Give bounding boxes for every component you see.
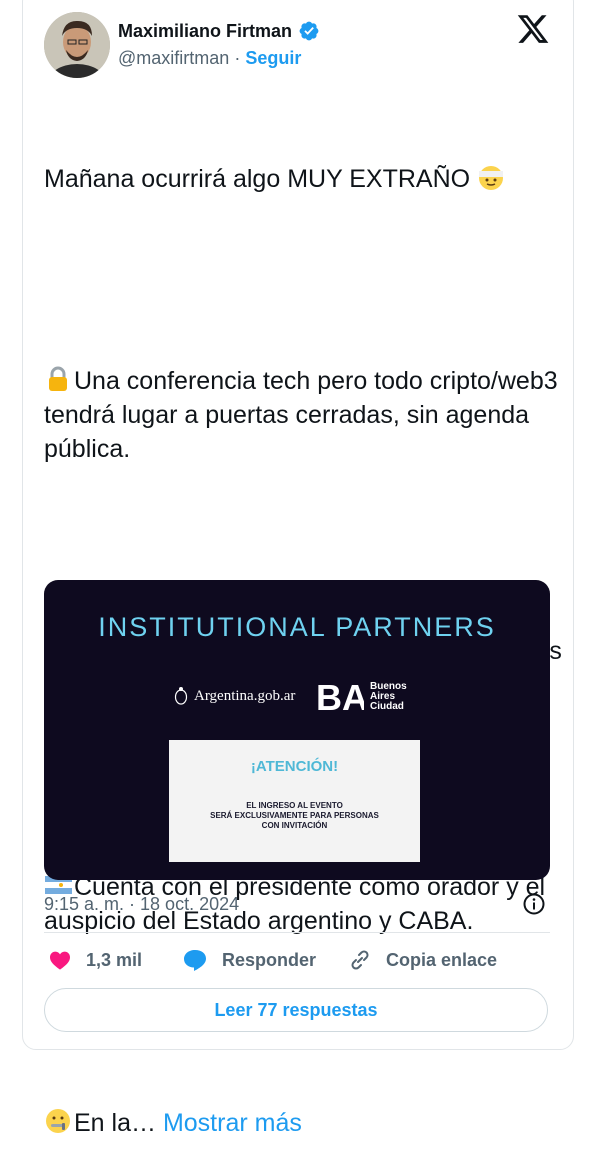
copy-link-label: Copia enlace	[386, 949, 498, 970]
ba-words: Buenos Aires Ciudad	[370, 682, 407, 712]
gob-label: Argentina.gob.ar	[194, 687, 296, 704]
ba-logo-icon: BA	[316, 680, 364, 714]
divider	[44, 932, 550, 933]
like-count: 1,3 mil	[86, 949, 143, 970]
tweet-line-intro: Mañana ocurrirá algo MUY EXTRAÑO	[44, 162, 564, 196]
verified-badge-icon	[299, 21, 319, 41]
notice-line-1: EL INGRESO AL EVENTO	[246, 801, 343, 810]
coat-of-arms-icon	[174, 687, 188, 705]
tweet-media-image[interactable]: INSTITUTIONAL PARTNERS Argentina.gob.ar …	[44, 580, 550, 880]
show-more-link[interactable]: Mostrar más	[163, 1109, 302, 1137]
argentina-gob-logo: Argentina.gob.ar	[174, 686, 295, 706]
author-name-row[interactable]: Maximiliano Firtman	[118, 20, 320, 42]
ba-logo-text: BA	[316, 680, 364, 714]
attention-notice: ¡ATENCIÓN! EL INGRESO AL EVENTO SERÁ EXC…	[169, 740, 420, 862]
tweet-para-4: En la… Mostrar más	[44, 1106, 564, 1140]
reply-bubble-icon	[184, 950, 206, 971]
author-handle-row: @maxifirtman · Seguir	[118, 48, 301, 69]
author-name[interactable]: Maximiliano Firtman	[118, 21, 292, 42]
follow-button[interactable]: Seguir	[245, 48, 301, 68]
reply-label: Responder	[222, 949, 317, 970]
buenos-aires-logo: BA Buenos Aires Ciudad	[316, 680, 407, 714]
ba-word-3: Ciudad	[370, 701, 404, 712]
author-handle[interactable]: @maxifirtman	[118, 48, 229, 68]
notice-title: ¡ATENCIÓN!	[250, 758, 339, 775]
x-logo-icon[interactable]	[515, 12, 551, 46]
link-icon	[351, 950, 369, 970]
heart-icon	[50, 951, 70, 970]
lock-icon	[49, 366, 67, 391]
like-button[interactable]: 1,3 mil	[48, 948, 142, 972]
zipper-mouth-face-icon	[46, 1109, 70, 1133]
tweet-para-1: Una conferencia tech pero todo cripto/we…	[44, 366, 565, 463]
copy-link-button[interactable]: Copia enlace	[348, 948, 497, 972]
notice-line-3: CON INVITACIÓN	[261, 821, 328, 830]
notice-line-2: SERÁ EXCLUSIVAMENTE PARA PERSONAS	[210, 811, 379, 820]
avatar[interactable]	[44, 12, 110, 78]
separator: ·	[234, 48, 241, 68]
reply-button[interactable]: Responder	[182, 948, 316, 972]
media-title: INSTITUTIONAL PARTNERS	[98, 612, 496, 642]
info-icon[interactable]	[522, 892, 546, 916]
head-bandage-face-icon	[479, 166, 504, 190]
notice-body: EL INGRESO AL EVENTO SERÁ EXCLUSIVAMENTE…	[169, 801, 420, 831]
tweet-timestamp[interactable]: 9:15 a. m. · 18 oct. 2024	[44, 894, 239, 915]
read-replies-button[interactable]: Leer 77 respuestas	[44, 988, 548, 1032]
